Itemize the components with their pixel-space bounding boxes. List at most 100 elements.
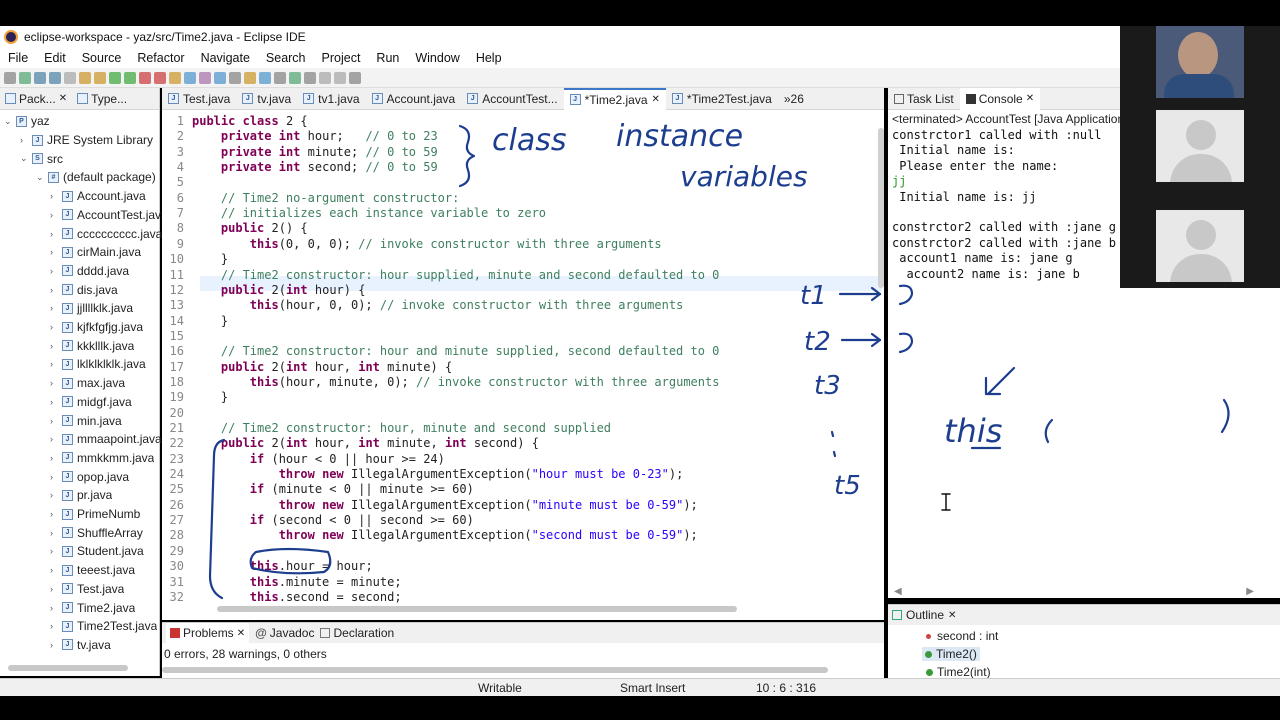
chevron-icon[interactable]: › bbox=[50, 509, 58, 519]
toolbar-tool-icon[interactable] bbox=[304, 71, 316, 84]
code-line[interactable]: 24 throw new IllegalArgumentException("h… bbox=[162, 467, 684, 482]
chevron-icon[interactable]: › bbox=[50, 397, 58, 407]
toolbar-tool-icon[interactable] bbox=[274, 71, 286, 84]
chevron-icon[interactable]: › bbox=[50, 603, 58, 613]
toolbar-tool-icon[interactable] bbox=[214, 71, 226, 84]
toolbar-tool-icon[interactable] bbox=[319, 71, 331, 84]
tree-src[interactable]: ⌄ Ssrc bbox=[20, 149, 63, 168]
toolbar-tool-icon[interactable] bbox=[169, 71, 181, 84]
chevron-icon[interactable]: › bbox=[50, 191, 58, 201]
tree-file[interactable]: › Jjjllllklk.java bbox=[50, 299, 133, 318]
chevron-icon[interactable]: › bbox=[50, 247, 58, 257]
menu-refactor[interactable]: Refactor bbox=[129, 51, 192, 65]
editor-tab[interactable]: J *Time2Test.java bbox=[666, 88, 778, 110]
toolbar-tool-icon[interactable] bbox=[64, 71, 76, 84]
tree-file[interactable]: › J ShuffleArray bbox=[50, 523, 143, 542]
tab-console[interactable]: Console ✕ bbox=[959, 87, 1041, 110]
tree-file[interactable]: › Jmin.java bbox=[50, 411, 122, 430]
code-line[interactable]: 31 this.minute = minute; bbox=[162, 575, 402, 590]
chevron-icon[interactable]: › bbox=[50, 341, 58, 351]
tree-file[interactable]: › Jmidgf.java bbox=[50, 393, 132, 412]
code-line[interactable]: 7 // initializes each instance variable … bbox=[162, 206, 546, 221]
editor-tab[interactable]: J Test.java bbox=[162, 88, 236, 110]
editor-vertical-scrollbar[interactable] bbox=[878, 128, 884, 288]
toolbar-tool-icon[interactable] bbox=[184, 71, 196, 84]
menu-run[interactable]: Run bbox=[368, 51, 407, 65]
toolbar-tool-icon[interactable] bbox=[124, 71, 136, 84]
chevron-icon[interactable]: › bbox=[50, 490, 58, 500]
tree-file[interactable]: › Jdis.java bbox=[50, 280, 118, 299]
menu-search[interactable]: Search bbox=[258, 51, 314, 65]
chevron-icon[interactable]: › bbox=[50, 528, 58, 538]
chevron-icon[interactable]: › bbox=[50, 359, 58, 369]
tree-file[interactable]: › Jpr.java bbox=[50, 486, 112, 505]
toolbar-tool-icon[interactable] bbox=[199, 71, 211, 84]
chevron-icon[interactable]: › bbox=[20, 135, 28, 145]
toolbar-tool-icon[interactable] bbox=[79, 71, 91, 84]
tree-file[interactable]: › Jcccccccccc.java bbox=[50, 224, 162, 243]
tree-file[interactable]: › J Time2.java bbox=[50, 598, 135, 617]
chevron-icon[interactable]: ⌄ bbox=[36, 172, 44, 183]
code-line[interactable]: 20 bbox=[162, 406, 192, 421]
chevron-icon[interactable]: › bbox=[50, 621, 58, 631]
outline-item-time2-int[interactable]: Time2(int) bbox=[926, 665, 991, 679]
chevron-icon[interactable]: › bbox=[50, 416, 58, 426]
chevron-icon[interactable]: › bbox=[50, 546, 58, 556]
tree-file[interactable]: › J Account.java bbox=[50, 187, 146, 206]
tab-type-hierarchy[interactable]: Type... bbox=[72, 92, 132, 106]
chevron-icon[interactable]: › bbox=[50, 303, 58, 313]
tree-file[interactable]: › Jdddd.java bbox=[50, 262, 129, 281]
tree-file[interactable]: › Jmmaapoint.java bbox=[50, 430, 162, 449]
tab-package-explorer[interactable]: Pack... ✕ bbox=[0, 92, 72, 106]
menu-file[interactable]: File bbox=[0, 51, 36, 65]
chevron-icon[interactable]: › bbox=[50, 640, 58, 650]
tree-default-package[interactable]: ⌄ # (default package) bbox=[36, 168, 156, 187]
toolbar-tool-icon[interactable] bbox=[139, 71, 151, 84]
code-line[interactable]: 30 this.hour = hour; bbox=[162, 559, 373, 574]
outline-item-second[interactable]: second : int bbox=[926, 629, 998, 643]
tree-jre[interactable]: › J JRE System Library bbox=[20, 131, 153, 150]
code-line[interactable]: 12 public 2(int hour) { bbox=[162, 283, 366, 298]
tree-project[interactable]: ⌄ Pyaz bbox=[4, 112, 50, 131]
tree-file[interactable]: › Jlklklklklk.java bbox=[50, 355, 146, 374]
chevron-icon[interactable]: ⌄ bbox=[20, 153, 28, 164]
toolbar-tool-icon[interactable] bbox=[154, 71, 166, 84]
chevron-icon[interactable]: ⌄ bbox=[4, 116, 12, 127]
problems-scrollbar[interactable] bbox=[162, 667, 828, 673]
tab-javadoc[interactable]: @ Javadoc bbox=[255, 626, 314, 640]
chevron-icon[interactable]: › bbox=[50, 565, 58, 575]
chevron-icon[interactable]: › bbox=[50, 266, 58, 276]
tree-file[interactable]: › J Test.java bbox=[50, 580, 124, 599]
toolbar-tool-icon[interactable] bbox=[94, 71, 106, 84]
code-line[interactable]: 15 bbox=[162, 329, 192, 344]
code-line[interactable]: 23 if (hour < 0 || hour >= 24) bbox=[162, 452, 445, 467]
toolbar-tool-icon[interactable] bbox=[19, 71, 31, 84]
chevron-icon[interactable]: › bbox=[50, 378, 58, 388]
tree-file[interactable]: › Jmax.java bbox=[50, 374, 125, 393]
code-line[interactable]: 29 bbox=[162, 544, 192, 559]
toolbar-tool-icon[interactable] bbox=[244, 71, 256, 84]
editor-tab[interactable]: J AccountTest... bbox=[461, 88, 563, 110]
code-line[interactable]: 27 if (second < 0 || second >= 60) bbox=[162, 513, 474, 528]
chevron-icon[interactable]: › bbox=[50, 322, 58, 332]
menu-source[interactable]: Source bbox=[74, 51, 130, 65]
chevron-icon[interactable]: › bbox=[50, 285, 58, 295]
code-line[interactable]: 13 this(hour, 0, 0); // invoke construct… bbox=[162, 298, 684, 313]
editor-tab[interactable]: J *Time2.java ✕ bbox=[563, 87, 666, 110]
chevron-icon[interactable]: › bbox=[50, 453, 58, 463]
chevron-icon[interactable]: › bbox=[50, 472, 58, 482]
tree-file[interactable]: › J PrimeNumb bbox=[50, 505, 140, 524]
editor-tab[interactable]: »26 bbox=[778, 88, 810, 110]
code-line[interactable]: 14 } bbox=[162, 314, 229, 329]
code-line[interactable]: 10 } bbox=[162, 252, 229, 267]
code-line[interactable]: 28 throw new IllegalArgumentException("s… bbox=[162, 528, 698, 543]
code-line[interactable]: 9 this(0, 0, 0); // invoke constructor w… bbox=[162, 237, 662, 252]
code-line[interactable]: 8 public 2() { bbox=[162, 221, 308, 236]
code-line[interactable]: 21 // Time2 constructor: hour, minute an… bbox=[162, 421, 612, 436]
code-line[interactable]: 5 bbox=[162, 175, 192, 190]
tree-file[interactable]: › Jkkklllk.java bbox=[50, 336, 134, 355]
tree-file[interactable]: › J Time2Test.java bbox=[50, 617, 157, 636]
console-scroll-arrows[interactable]: ◀ ▶ bbox=[894, 586, 1254, 597]
code-line[interactable]: 3 private int minute; // 0 to 59 bbox=[162, 145, 438, 160]
code-line[interactable]: 1 public class 2 { bbox=[162, 114, 308, 129]
